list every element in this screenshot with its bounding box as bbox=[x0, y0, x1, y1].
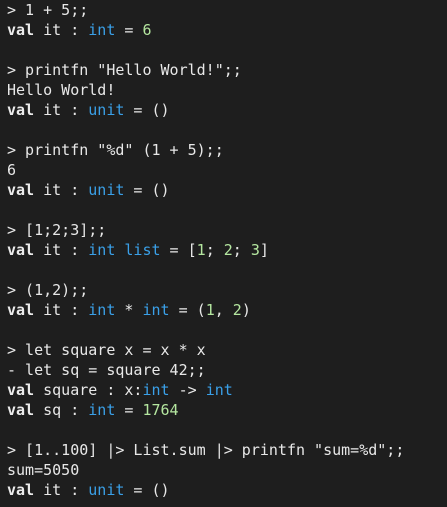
input-line: > [1;2;3];; bbox=[7, 220, 447, 240]
token: 2 bbox=[232, 301, 242, 319]
token: ; bbox=[232, 241, 251, 259]
token: 2 bbox=[223, 241, 233, 259]
token: - let sq = square 42;; bbox=[7, 361, 206, 379]
input-line: > [1..100] |> List.sum |> printfn "sum=%… bbox=[7, 440, 447, 460]
result-line: val it : int = 6 bbox=[7, 20, 447, 40]
token: val bbox=[7, 21, 35, 39]
token: it : bbox=[34, 181, 89, 199]
token: it : bbox=[34, 301, 89, 319]
token: > let square x = x * x bbox=[7, 341, 206, 359]
continuation-line: - let sq = square 42;; bbox=[7, 360, 447, 380]
token: ] bbox=[259, 241, 269, 259]
result-line: val it : int list = [1; 2; 3] bbox=[7, 240, 447, 260]
token: 1764 bbox=[142, 401, 179, 419]
token: , bbox=[214, 301, 233, 319]
token: unit bbox=[88, 101, 125, 119]
result-line: val sq : int = 1764 bbox=[7, 400, 447, 420]
token: sq : bbox=[34, 401, 89, 419]
token: unit bbox=[88, 481, 125, 499]
token: int bbox=[88, 301, 116, 319]
token: int bbox=[88, 401, 116, 419]
result-line: val it : int * int = (1, 2) bbox=[7, 300, 447, 320]
token: > (1,2);; bbox=[7, 281, 89, 299]
token: Hello World! bbox=[7, 81, 116, 99]
token: ) bbox=[241, 301, 251, 319]
token: it : bbox=[34, 481, 89, 499]
token: val bbox=[7, 101, 35, 119]
token: unit bbox=[88, 181, 125, 199]
token: square : x: bbox=[34, 381, 143, 399]
token: 1 bbox=[205, 301, 215, 319]
token: > [1;2;3];; bbox=[7, 221, 107, 239]
token: val bbox=[7, 181, 35, 199]
input-line: > 1 + 5;; bbox=[7, 0, 447, 20]
token: = bbox=[115, 401, 143, 419]
token: 6 bbox=[7, 161, 17, 179]
token: 1 bbox=[196, 241, 206, 259]
result-line: val it : unit = () bbox=[7, 180, 447, 200]
token: val bbox=[7, 241, 35, 259]
token: = () bbox=[124, 481, 170, 499]
result-line: val it : unit = () bbox=[7, 480, 447, 500]
token: val bbox=[7, 401, 35, 419]
token: it : bbox=[34, 241, 89, 259]
token: sum=5050 bbox=[7, 461, 80, 479]
token: * bbox=[115, 301, 143, 319]
token: val bbox=[7, 301, 35, 319]
token: 6 bbox=[142, 21, 152, 39]
token: > printfn "%d" (1 + 5);; bbox=[7, 141, 224, 159]
token: = bbox=[115, 21, 143, 39]
output-line: sum=5050 bbox=[7, 460, 447, 480]
token: > 1 + 5;; bbox=[7, 1, 89, 19]
result-line: val it : unit = () bbox=[7, 100, 447, 120]
token: int bbox=[142, 301, 170, 319]
output-line: Hello World! bbox=[7, 80, 447, 100]
input-line: > printfn "Hello World!";; bbox=[7, 60, 447, 80]
token: val bbox=[7, 381, 35, 399]
input-line: > (1,2);; bbox=[7, 280, 447, 300]
token: -> bbox=[169, 381, 206, 399]
token: = () bbox=[124, 181, 170, 199]
token: int bbox=[205, 381, 233, 399]
token: > [1..100] |> List.sum |> printfn "sum=%… bbox=[7, 441, 405, 459]
token: it : bbox=[34, 101, 89, 119]
token: = ( bbox=[169, 301, 206, 319]
input-line: > printfn "%d" (1 + 5);; bbox=[7, 140, 447, 160]
token: int list bbox=[88, 241, 161, 259]
result-line: val square : x:int -> int bbox=[7, 380, 447, 400]
token: = [ bbox=[160, 241, 197, 259]
token: = () bbox=[124, 101, 170, 119]
fsi-terminal-output[interactable]: > 1 + 5;; val it : int = 6 > printfn "Hel… bbox=[0, 0, 447, 507]
input-line: > let square x = x * x bbox=[7, 340, 447, 360]
token: 3 bbox=[250, 241, 260, 259]
token: int bbox=[142, 381, 170, 399]
token: val bbox=[7, 481, 35, 499]
token: it : bbox=[34, 21, 89, 39]
token: ; bbox=[205, 241, 224, 259]
output-line: 6 bbox=[7, 160, 447, 180]
token: int bbox=[88, 21, 116, 39]
token: > printfn "Hello World!";; bbox=[7, 61, 242, 79]
